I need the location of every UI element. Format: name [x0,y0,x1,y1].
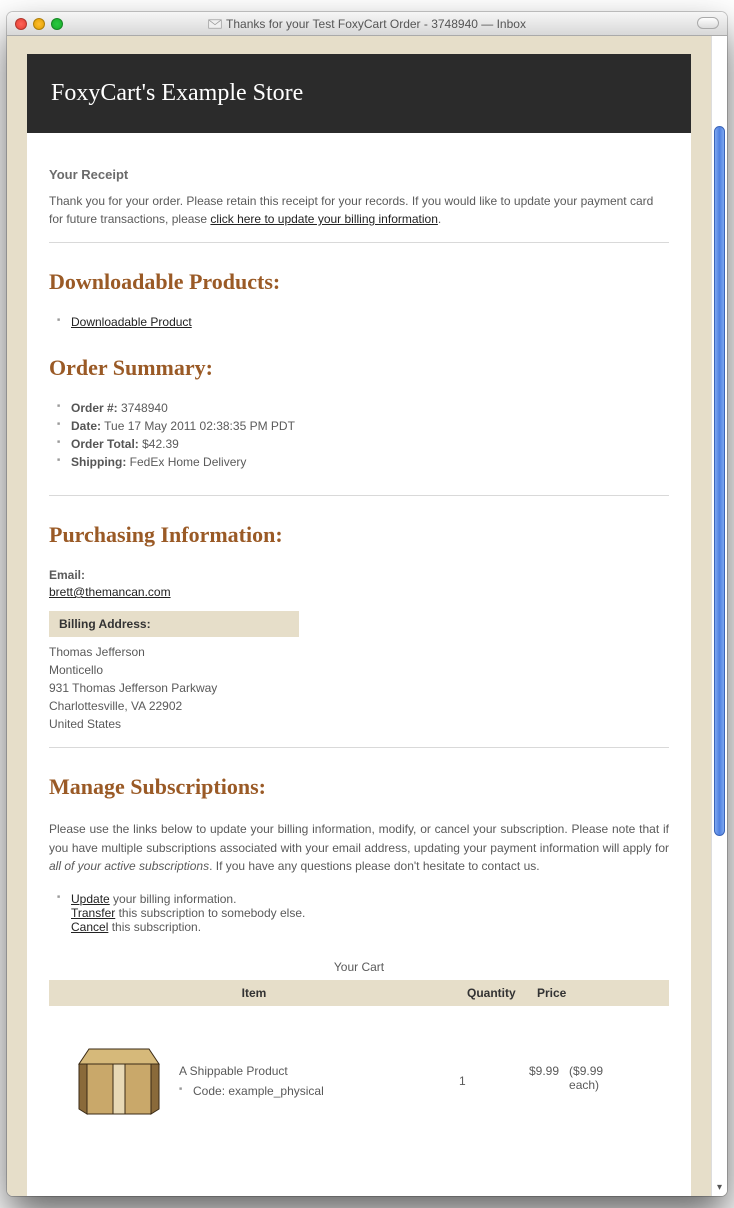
order-number: Order #: 3748940 [57,401,669,415]
divider [49,747,669,748]
subscription-actions: Update your billing information. Transfe… [57,892,669,934]
cart-header: Item Quantity Price [49,980,669,1006]
col-item: Item [49,980,459,1006]
summary-heading: Order Summary: [49,355,669,381]
update-billing-link[interactable]: click here to update your billing inform… [210,212,437,226]
subscriptions-heading: Manage Subscriptions: [49,774,669,800]
email-value: brett@themancan.com [49,585,669,599]
transfer-link[interactable]: Transfer [71,906,115,920]
receipt-intro: Thank you for your order. Please retain … [49,192,669,228]
update-link[interactable]: Update [71,892,110,906]
email-label: Email: [49,568,669,582]
email-link[interactable]: brett@themancan.com [49,585,171,599]
product-code: Code: example_physical [179,1084,459,1098]
window-title: Thanks for your Test FoxyCart Order - 37… [7,17,727,31]
billing-address: Thomas Jefferson Monticello 931 Thomas J… [49,643,669,733]
box-icon [69,1024,169,1124]
receipt-title: Your Receipt [49,167,669,182]
scroll-down-icon[interactable]: ▾ [712,1180,727,1194]
billing-header: Billing Address: [49,611,299,637]
product-image [49,1024,179,1127]
order-shipping: Shipping: FedEx Home Delivery [57,455,669,469]
divider [49,495,669,496]
subscriptions-text: Please use the links below to update you… [49,820,669,876]
receipt-card: FoxyCart's Example Store Your Receipt Th… [27,54,691,1196]
download-item: Downloadable Product [57,315,669,329]
divider [49,242,669,243]
pill-button[interactable] [697,17,719,29]
scrollbar-thumb[interactable] [714,126,725,836]
purchasing-heading: Purchasing Information: [49,522,669,548]
cart-title: Your Cart [49,960,669,974]
product-info: A Shippable Product Code: example_physic… [179,1024,459,1102]
order-total: Order Total: $42.39 [57,437,669,451]
envelope-icon [208,19,222,29]
order-date: Date: Tue 17 May 2011 02:38:35 PM PDT [57,419,669,433]
scrollbar[interactable]: ▾ [711,36,727,1196]
minimize-icon[interactable] [33,18,45,30]
cancel-link[interactable]: Cancel [71,920,108,934]
store-header: FoxyCart's Example Store [27,54,691,133]
maximize-icon[interactable] [51,18,63,30]
window-controls [15,18,63,30]
col-qty: Quantity [459,980,529,1006]
close-icon[interactable] [15,18,27,30]
cart-row: A Shippable Product Code: example_physic… [49,1006,669,1127]
summary-list: Order #: 3748940 Date: Tue 17 May 2011 0… [57,401,669,469]
download-link[interactable]: Downloadable Product [71,315,192,329]
downloads-heading: Downloadable Products: [49,269,669,295]
content-area: FoxyCart's Example Store Your Receipt Th… [7,36,711,1196]
title-bar: Thanks for your Test FoxyCart Order - 37… [7,12,727,36]
sub-update: Update your billing information. Transfe… [57,892,669,934]
product-price: $9.99 ($9.99each) [529,1024,669,1092]
col-price: Price [529,980,669,1006]
product-qty: 1 [459,1024,529,1088]
window-body: FoxyCart's Example Store Your Receipt Th… [7,36,727,1196]
email-window: Thanks for your Test FoxyCart Order - 37… [7,12,727,1196]
downloads-list: Downloadable Product [57,315,669,329]
